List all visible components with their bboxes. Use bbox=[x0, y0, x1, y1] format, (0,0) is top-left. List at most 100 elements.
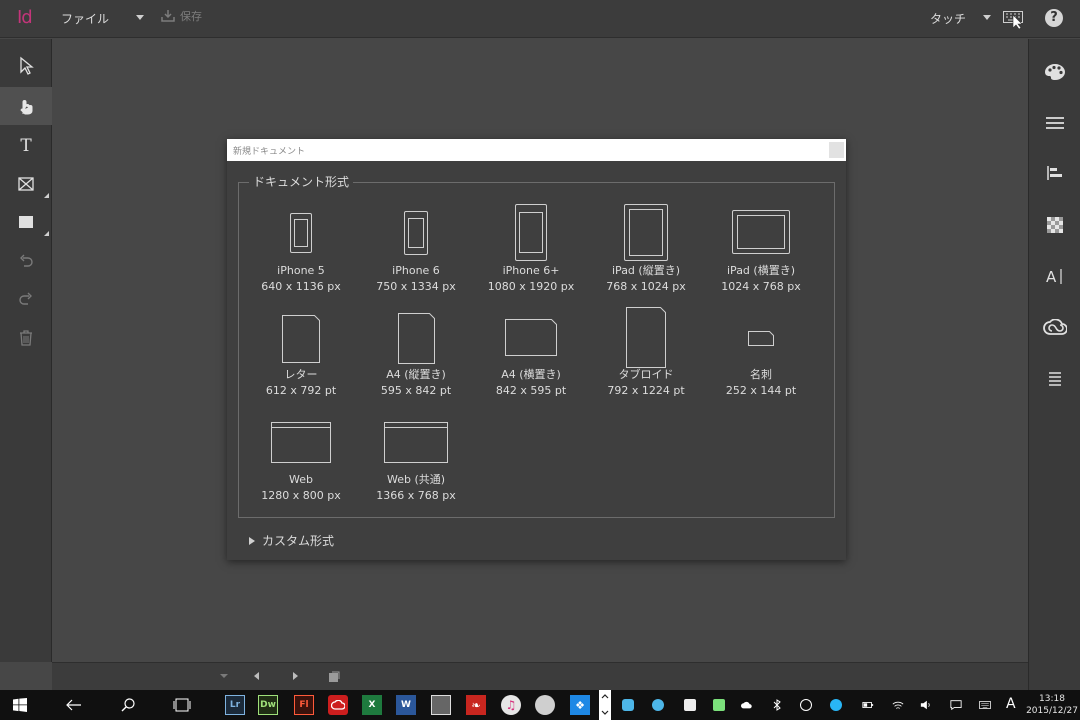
creative-cloud-taskbar-icon[interactable] bbox=[328, 695, 348, 715]
touch-tool[interactable] bbox=[0, 87, 52, 125]
lightroom-taskbar-icon[interactable]: Lr bbox=[225, 695, 245, 715]
svg-text:A: A bbox=[1046, 268, 1057, 285]
word-taskbar-icon[interactable]: W bbox=[396, 695, 416, 715]
battery-icon[interactable] bbox=[862, 699, 874, 711]
preset-iphone-5[interactable]: iPhone 5 640 x 1136 px bbox=[246, 211, 356, 299]
acrobat-taskbar-icon[interactable]: ❧ bbox=[466, 695, 486, 715]
undo-button[interactable] bbox=[0, 243, 52, 281]
indesign-logo: Id bbox=[17, 7, 33, 28]
align-panel-button[interactable] bbox=[1029, 155, 1080, 191]
dialog-close-button[interactable] bbox=[829, 142, 844, 158]
page-portrait-icon bbox=[626, 307, 666, 368]
preset-ipad-portrait[interactable]: iPad (縦置き) 768 x 1024 px bbox=[591, 204, 701, 299]
preset-web[interactable]: Web 1280 x 800 px bbox=[246, 422, 356, 508]
preset-dimensions: 640 x 1136 px bbox=[261, 280, 341, 293]
preset-dimensions: 252 x 144 pt bbox=[725, 384, 797, 397]
previous-page-icon[interactable] bbox=[252, 671, 262, 681]
tray-app-icon[interactable] bbox=[800, 699, 812, 711]
selection-tool[interactable] bbox=[0, 47, 52, 85]
preset-tabloid[interactable]: タブロイド 792 x 1224 pt bbox=[591, 307, 701, 403]
tray-app-icon[interactable] bbox=[652, 699, 664, 711]
preset-name: Web (共通) bbox=[386, 473, 446, 486]
delete-button[interactable] bbox=[0, 319, 52, 357]
redo-button[interactable] bbox=[0, 281, 52, 319]
tray-app-icon[interactable] bbox=[684, 699, 696, 711]
next-page-icon[interactable] bbox=[290, 671, 300, 681]
browser-window-icon bbox=[271, 422, 331, 463]
preset-dimensions: 1024 x 768 px bbox=[721, 280, 801, 293]
back-arrow-icon[interactable] bbox=[66, 699, 82, 711]
page-menu-chevron-down-icon[interactable] bbox=[219, 671, 229, 681]
swatches-panel-button[interactable] bbox=[1029, 207, 1080, 243]
task-view-icon[interactable] bbox=[173, 698, 191, 712]
character-panel-button[interactable]: A bbox=[1029, 258, 1080, 294]
tray-app-icon[interactable] bbox=[622, 699, 634, 711]
preset-name: iPhone 6+ bbox=[502, 264, 560, 277]
preset-business-card[interactable]: 名刺 252 x 144 pt bbox=[706, 331, 816, 403]
type-tool[interactable]: T bbox=[0, 127, 52, 165]
help-icon[interactable]: ? bbox=[1045, 9, 1063, 27]
stroke-panel-button[interactable] bbox=[1029, 105, 1080, 141]
photo-app-taskbar-icon[interactable] bbox=[431, 695, 451, 715]
touch-keyboard-tray-icon[interactable] bbox=[979, 699, 991, 711]
bluetooth-icon[interactable] bbox=[771, 699, 783, 711]
wifi-icon[interactable] bbox=[892, 699, 904, 711]
tray-app-icon[interactable] bbox=[830, 699, 842, 711]
browser-window-icon bbox=[384, 422, 448, 463]
onedrive-icon[interactable] bbox=[741, 699, 753, 711]
search-icon[interactable] bbox=[121, 698, 135, 712]
frame-tool[interactable] bbox=[0, 165, 52, 203]
action-center-icon[interactable] bbox=[950, 699, 962, 711]
preset-letter[interactable]: レター 612 x 792 pt bbox=[246, 315, 356, 403]
chevron-up-icon bbox=[601, 694, 609, 699]
preset-dimensions: 842 x 595 pt bbox=[495, 384, 567, 397]
add-page-icon[interactable] bbox=[328, 671, 340, 683]
dropbox-taskbar-icon[interactable]: ❖ bbox=[570, 695, 590, 715]
character-text-icon: A bbox=[1046, 268, 1062, 285]
tablet-portrait-icon bbox=[624, 204, 668, 261]
save-button[interactable]: 保存 bbox=[160, 8, 202, 24]
touch-mode-chevron-down-icon[interactable] bbox=[983, 15, 991, 20]
clock-date: 2015/12/27 bbox=[1026, 706, 1078, 716]
pages-panel-button[interactable] bbox=[1029, 361, 1080, 397]
itunes-taskbar-icon[interactable]: ♫ bbox=[501, 695, 521, 715]
preset-a4-landscape[interactable]: A4 (横置き) 842 x 595 pt bbox=[476, 319, 586, 403]
preset-dimensions: 1280 x 800 px bbox=[261, 489, 341, 502]
system-clock[interactable]: 13:18 2015/12/27 bbox=[1026, 693, 1078, 717]
preset-ipad-landscape[interactable]: iPad (横置き) 1024 x 768 px bbox=[706, 210, 816, 299]
preset-dimensions: 595 x 842 pt bbox=[380, 384, 452, 397]
preset-name: タブロイド bbox=[618, 368, 674, 381]
rectangle-icon bbox=[19, 216, 33, 228]
custom-format-label: カスタム形式 bbox=[262, 534, 335, 548]
tray-app-icon[interactable] bbox=[713, 699, 725, 711]
color-panel-button[interactable] bbox=[1029, 54, 1080, 90]
palette-icon bbox=[1045, 64, 1065, 80]
checkerboard-icon bbox=[1047, 217, 1063, 233]
preset-dimensions: 768 x 1024 px bbox=[606, 280, 686, 293]
stroke-lines-icon bbox=[1046, 117, 1064, 129]
creative-cloud-icon bbox=[1043, 319, 1067, 335]
tools-panel: T bbox=[0, 39, 52, 662]
preset-iphone-6-plus[interactable]: iPhone 6+ 1080 x 1920 px bbox=[476, 204, 586, 299]
flash-taskbar-icon[interactable]: Fl bbox=[294, 695, 314, 715]
preset-web-common[interactable]: Web (共通) 1366 x 768 px bbox=[361, 422, 471, 508]
custom-format-toggle[interactable]: カスタム形式 bbox=[249, 532, 334, 549]
touch-keyboard-icon[interactable] bbox=[1003, 11, 1025, 29]
windows-taskbar: Lr Dw Fl X W ❧ ♫ ❖ A 13:18 2015/12/27 bbox=[0, 690, 1080, 720]
windows-start-icon[interactable] bbox=[13, 698, 27, 712]
volume-icon[interactable] bbox=[920, 699, 932, 711]
dreamweaver-taskbar-icon[interactable]: Dw bbox=[258, 695, 278, 715]
touch-mode-selector[interactable]: タッチ bbox=[930, 10, 966, 27]
input-method-indicator[interactable]: A bbox=[1006, 696, 1016, 712]
file-menu-chevron-down-icon[interactable] bbox=[136, 15, 144, 20]
excel-taskbar-icon[interactable]: X bbox=[362, 695, 382, 715]
rectangle-tool[interactable] bbox=[0, 203, 52, 241]
file-menu[interactable]: ファイル bbox=[61, 10, 109, 27]
dialog-title: 新規ドキュメント bbox=[233, 147, 306, 157]
creative-cloud-panel-button[interactable] bbox=[1029, 309, 1080, 345]
preset-a4-portrait[interactable]: A4 (縦置き) 595 x 842 pt bbox=[361, 313, 471, 403]
app-taskbar-icon[interactable] bbox=[535, 695, 555, 715]
preset-name: Web bbox=[289, 473, 313, 486]
preset-iphone-6[interactable]: iPhone 6 750 x 1334 px bbox=[361, 211, 471, 299]
download-icon bbox=[161, 10, 175, 22]
